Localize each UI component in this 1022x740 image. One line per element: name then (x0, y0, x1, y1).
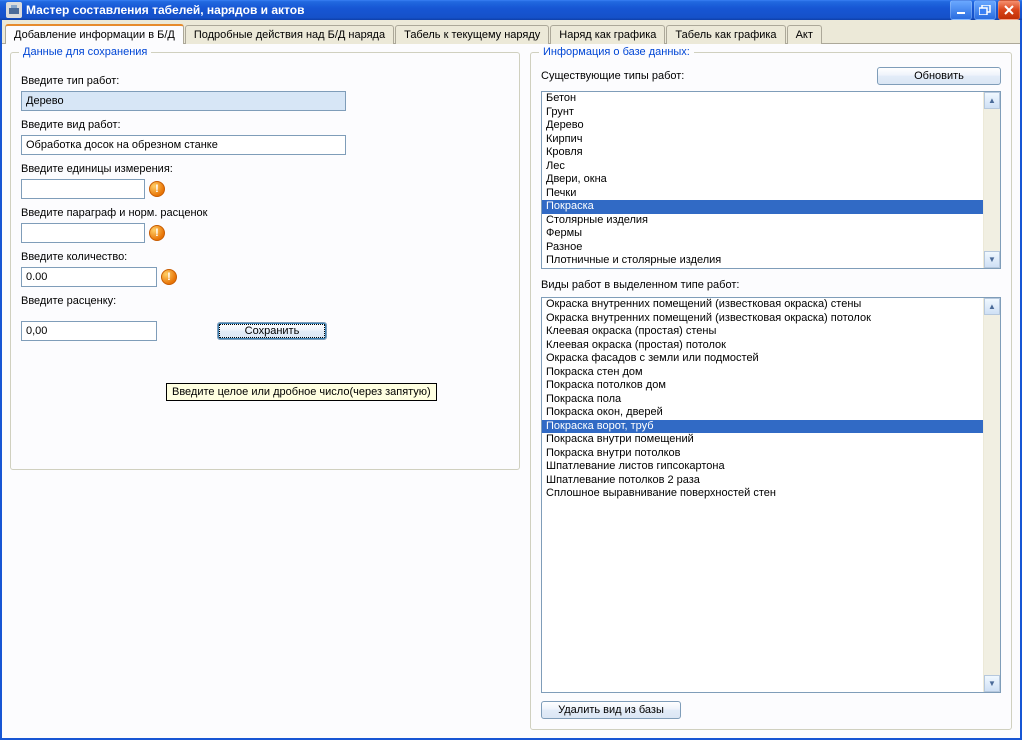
tab-5[interactable]: Акт (787, 25, 822, 44)
app-window: Мастер составления табелей, нарядов и ак… (0, 0, 1022, 736)
scrollbar[interactable]: ▲ ▼ (983, 92, 1000, 268)
quantity-input[interactable] (21, 267, 157, 287)
paragraph-input[interactable] (21, 223, 145, 243)
type-list-item[interactable]: Плотничные и столярные изделия (542, 254, 983, 268)
type-label: Введите тип работ: (21, 75, 509, 87)
save-data-panel-title: Данные для сохранения (19, 46, 151, 58)
scrollbar[interactable]: ▲ ▼ (983, 298, 1000, 692)
warning-icon: ! (149, 225, 165, 241)
tab-0[interactable]: Добавление информации в Б/Д (5, 24, 184, 44)
kind-list-item[interactable]: Покраска внутри помещений (542, 433, 983, 447)
warning-icon: ! (149, 181, 165, 197)
tabstrip: Добавление информации в Б/ДПодробные дей… (2, 20, 1020, 44)
warning-icon: ! (161, 269, 177, 285)
window-title: Мастер составления табелей, нарядов и ак… (26, 3, 950, 17)
kind-label: Введите вид работ: (21, 119, 509, 131)
kind-list-item[interactable]: Покраска потолков дом (542, 379, 983, 393)
types-label: Существующие типы работ: (541, 70, 869, 82)
type-list-item[interactable]: Лес (542, 160, 983, 174)
tab-4[interactable]: Табель как графика (666, 25, 785, 44)
kind-list-item[interactable]: Покраска стен дом (542, 366, 983, 380)
type-list-item[interactable]: Кровля (542, 146, 983, 160)
type-list-item[interactable]: Покраска (542, 200, 983, 214)
paragraph-label: Введите параграф и норм. расценок (21, 207, 509, 219)
kind-list-item[interactable]: Сплошное выравнивание поверхностей стен (542, 487, 983, 501)
scroll-up-icon[interactable]: ▲ (984, 298, 1000, 315)
price-input[interactable] (21, 321, 157, 341)
window-buttons (950, 0, 1020, 20)
kind-list-item[interactable]: Шпатлевание потолков 2 раза (542, 474, 983, 488)
price-label: Введите расценку: (21, 295, 509, 307)
save-button[interactable]: Сохранить (217, 322, 327, 340)
type-list-item[interactable]: Кирпич (542, 133, 983, 147)
type-list-item[interactable]: Грунт (542, 106, 983, 120)
refresh-button[interactable]: Обновить (877, 67, 1001, 85)
tab-3[interactable]: Наряд как графика (550, 25, 665, 44)
kind-list-item[interactable]: Клеевая окраска (простая) потолок (542, 339, 983, 353)
units-input[interactable] (21, 179, 145, 199)
kind-list-item[interactable]: Окраска внутренних помещений (известкова… (542, 298, 983, 312)
tab-content: Данные для сохранения Введите тип работ:… (2, 44, 1020, 738)
minimize-button[interactable] (950, 0, 972, 20)
type-list-item[interactable]: Разное (542, 241, 983, 255)
client-area: Добавление информации в Б/ДПодробные дей… (0, 20, 1022, 740)
save-data-panel: Данные для сохранения Введите тип работ:… (10, 52, 520, 470)
titlebar: Мастер составления табелей, нарядов и ак… (0, 0, 1022, 20)
kinds-listbox[interactable]: Окраска внутренних помещений (известкова… (541, 297, 1001, 693)
kind-list-item[interactable]: Покраска окон, дверей (542, 406, 983, 420)
kind-list-item[interactable]: Покраска пола (542, 393, 983, 407)
delete-kind-button[interactable]: Удалить вид из базы (541, 701, 681, 719)
db-info-panel-title: Информация о базе данных: (539, 46, 694, 58)
restore-button[interactable] (974, 0, 996, 20)
close-button[interactable] (998, 0, 1020, 20)
kind-list-item[interactable]: Окраска внутренних помещений (известкова… (542, 312, 983, 326)
type-list-item[interactable]: Бетон (542, 92, 983, 106)
types-listbox[interactable]: БетонГрунтДеревоКирпичКровляЛесДвери, ок… (541, 91, 1001, 269)
tooltip: Введите целое или дробное число(через за… (166, 383, 437, 401)
app-icon (6, 2, 22, 18)
db-info-panel: Информация о базе данных: Существующие т… (530, 52, 1012, 730)
kind-list-item[interactable]: Шпатлевание листов гипсокартона (542, 460, 983, 474)
kind-list-item[interactable]: Окраска фасадов с земли или подмостей (542, 352, 983, 366)
kinds-label: Виды работ в выделенном типе работ: (541, 279, 1001, 291)
type-list-item[interactable]: Дерево (542, 119, 983, 133)
type-list-item[interactable]: Фермы (542, 227, 983, 241)
kind-list-item[interactable]: Клеевая окраска (простая) стены (542, 325, 983, 339)
tab-1[interactable]: Подробные действия над Б/Д наряда (185, 25, 394, 44)
kind-input[interactable] (21, 135, 346, 155)
kind-list-item[interactable]: Покраска ворот, труб (542, 420, 983, 434)
scroll-down-icon[interactable]: ▼ (984, 251, 1000, 268)
tab-2[interactable]: Табель к текущему наряду (395, 25, 549, 44)
type-input[interactable] (21, 91, 346, 111)
units-label: Введите единицы измерения: (21, 163, 509, 175)
type-list-item[interactable]: Двери, окна (542, 173, 983, 187)
quantity-label: Введите количество: (21, 251, 509, 263)
kind-list-item[interactable]: Покраска внутри потолков (542, 447, 983, 461)
scroll-up-icon[interactable]: ▲ (984, 92, 1000, 109)
scroll-down-icon[interactable]: ▼ (984, 675, 1000, 692)
type-list-item[interactable]: Печки (542, 187, 983, 201)
type-list-item[interactable]: Столярные изделия (542, 214, 983, 228)
